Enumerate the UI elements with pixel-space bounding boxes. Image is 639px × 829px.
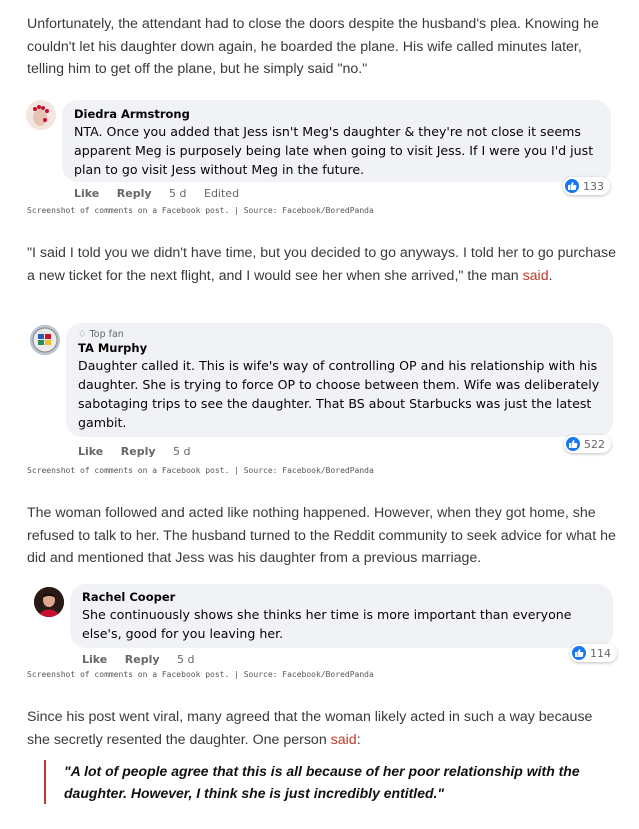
reaction-count[interactable]: 133 xyxy=(563,177,610,195)
avatar-hands-icon xyxy=(26,100,56,130)
image-caption: Screenshot of comments on a Facebook pos… xyxy=(27,466,374,475)
thumbs-up-icon xyxy=(572,646,586,660)
blockquote: "A lot of people agree that this is all … xyxy=(44,760,614,804)
avatar-flags-icon xyxy=(30,325,60,355)
comment-timestamp[interactable]: 5 d xyxy=(169,187,186,200)
source-link[interactable]: said xyxy=(523,268,549,284)
comment-actions: Like Reply 5 d Edited xyxy=(74,187,253,200)
commenter-name[interactable]: Rachel Cooper xyxy=(82,590,601,605)
comment-timestamp[interactable]: 5 d xyxy=(177,653,194,666)
article-paragraph: Unfortunately, the attendant had to clos… xyxy=(27,16,599,77)
image-caption: Screenshot of comments on a Facebook pos… xyxy=(27,670,374,679)
thumbs-up-icon xyxy=(565,179,579,193)
reply-button[interactable]: Reply xyxy=(121,445,156,458)
avatar[interactable] xyxy=(30,325,60,355)
reaction-number: 522 xyxy=(584,437,605,451)
comment-text: She continuously shows she thinks her ti… xyxy=(82,607,572,641)
reply-button[interactable]: Reply xyxy=(125,653,160,666)
comment-bubble: Rachel Cooper She continuously shows she… xyxy=(70,584,613,648)
comment-text: NTA. Once you added that Jess isn't Meg'… xyxy=(74,124,594,177)
comment-bubble: ♢ Top fan TA Murphy Daughter called it. … xyxy=(66,323,613,437)
like-button[interactable]: Like xyxy=(82,653,107,666)
comment-timestamp[interactable]: 5 d xyxy=(173,445,190,458)
top-fan-badge: ♢ Top fan xyxy=(78,329,124,340)
like-button[interactable]: Like xyxy=(78,445,103,458)
article-page: Unfortunately, the attendant had to clos… xyxy=(0,0,639,829)
comment-text: Daughter called it. This is wife's way o… xyxy=(78,358,600,430)
source-link[interactable]: said xyxy=(331,732,357,748)
image-caption: Screenshot of comments on a Facebook pos… xyxy=(27,206,374,215)
reply-button[interactable]: Reply xyxy=(117,187,152,200)
article-paragraph: Since his post went viral, many agreed t… xyxy=(27,709,593,748)
comment-actions: Like Reply 5 d xyxy=(82,653,209,666)
thumbs-up-icon xyxy=(566,437,580,451)
commenter-name[interactable]: TA Murphy xyxy=(78,341,601,356)
reaction-number: 133 xyxy=(583,179,604,193)
comment-actions: Like Reply 5 d xyxy=(78,445,205,458)
diamond-icon: ♢ xyxy=(78,329,87,340)
avatar[interactable] xyxy=(26,100,56,130)
reaction-count[interactable]: 114 xyxy=(570,644,617,662)
reaction-count[interactable]: 522 xyxy=(564,435,611,453)
quote-text: "A lot of people agree that this is all … xyxy=(64,763,580,801)
avatar[interactable] xyxy=(34,587,64,617)
reaction-number: 114 xyxy=(590,646,611,660)
comment-bubble: Diedra Armstrong NTA. Once you added tha… xyxy=(62,100,611,182)
article-paragraph: The woman followed and acted like nothin… xyxy=(27,505,616,566)
avatar-person-icon xyxy=(34,587,64,617)
like-button[interactable]: Like xyxy=(74,187,99,200)
edited-label: Edited xyxy=(204,187,240,200)
article-paragraph: "I said I told you we didn't have time, … xyxy=(27,245,616,284)
commenter-name[interactable]: Diedra Armstrong xyxy=(74,107,599,122)
